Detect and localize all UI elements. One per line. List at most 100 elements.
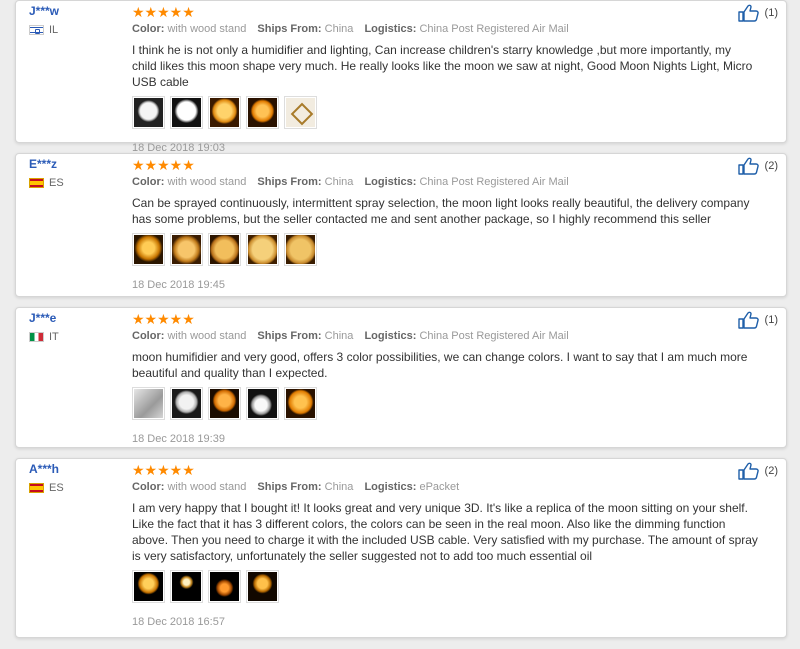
israel-flag-icon [29,25,44,35]
ships-from-value: China [324,330,354,342]
review-card: A***h ES ★★★★★ Color: with wood stand Sh… [15,458,787,638]
review-body: ★★★★★ Color: with wood stand Ships From:… [132,157,766,291]
review-photo[interactable] [246,96,279,129]
spain-flag-icon [29,178,44,188]
reviewer-info: E***z ES [29,157,64,189]
review-photo[interactable] [132,570,165,603]
spain-flag-icon [29,483,44,493]
reviewer-country: ES [29,482,64,494]
review-date: 18 Dec 2018 16:57 [132,616,225,628]
helpful-count: (1) [764,314,778,326]
reviewer-country: IL [29,24,59,36]
review-photos [132,233,766,266]
review-body: ★★★★★ Color: with wood stand Ships From:… [132,311,766,445]
thumbs-up-icon [737,157,759,175]
order-info: Color: with wood stand Ships From: China… [132,23,766,35]
helpful-count: (2) [764,160,778,172]
color-value: with wood stand [167,23,247,35]
review-photo[interactable] [132,387,165,420]
review-text: I think he is not only a humidifier and … [132,43,753,89]
ships-from-label: Ships From: [257,330,322,342]
review-photo[interactable] [170,96,203,129]
color-label: Color: [132,176,165,188]
review-text: moon humifidier and very good, offers 3 … [132,350,748,380]
ships-from-label: Ships From: [257,23,322,35]
country-code: IL [49,24,59,36]
review-body: ★★★★★ Color: with wood stand Ships From:… [132,4,766,154]
country-code: ES [49,482,64,494]
logistics-label: Logistics: [364,23,417,35]
reviewer-name[interactable]: J***w [29,4,59,18]
reviewer-country: IT [29,331,59,343]
thumbs-up-icon [737,311,759,329]
review-card: J***e IT ★★★★★ Color: with wood stand Sh… [15,307,787,448]
country-code: ES [49,177,64,189]
review-photo[interactable] [132,96,165,129]
review-photo[interactable] [284,387,317,420]
helpful-button[interactable]: (2) [737,462,778,480]
logistics-value: China Post Registered Air Mail [419,330,569,342]
star-rating: ★★★★★ [132,4,195,20]
review-date: 18 Dec 2018 19:39 [132,433,225,445]
ships-from-label: Ships From: [257,481,322,493]
reviewer-name[interactable]: E***z [29,157,64,171]
star-rating: ★★★★★ [132,311,195,327]
color-label: Color: [132,481,165,493]
reviewer-info: J***w IL [29,4,59,36]
review-photo[interactable] [208,570,241,603]
thumbs-up-icon [737,462,759,480]
ships-from-value: China [324,23,354,35]
review-photo[interactable] [170,570,203,603]
review-photo[interactable] [170,387,203,420]
order-info: Color: with wood stand Ships From: China… [132,176,766,188]
review-photos [132,96,766,129]
review-photo[interactable] [208,96,241,129]
review-text: I am very happy that I bought it! It loo… [132,501,758,563]
review-photo[interactable] [208,387,241,420]
review-photo[interactable] [284,233,317,266]
star-rating: ★★★★★ [132,157,195,173]
order-info: Color: with wood stand Ships From: China… [132,481,766,493]
reviewer-country: ES [29,177,64,189]
review-photo[interactable] [284,96,317,129]
reviewer-name[interactable]: J***e [29,311,59,325]
logistics-label: Logistics: [364,330,417,342]
star-rating: ★★★★★ [132,462,195,478]
helpful-count: (1) [764,7,778,19]
helpful-count: (2) [764,465,778,477]
review-card: E***z ES ★★★★★ Color: with wood stand Sh… [15,153,787,297]
order-info: Color: with wood stand Ships From: China… [132,330,766,342]
review-photo[interactable] [246,233,279,266]
ships-from-value: China [324,481,354,493]
review-photos [132,570,766,603]
logistics-label: Logistics: [364,176,417,188]
reviewer-info: A***h ES [29,462,64,494]
review-date: 18 Dec 2018 19:45 [132,279,225,291]
logistics-value: ePacket [419,481,460,493]
review-text: Can be sprayed continuously, intermitten… [132,196,750,226]
review-photo[interactable] [132,233,165,266]
logistics-label: Logistics: [364,481,417,493]
review-photo[interactable] [246,387,279,420]
color-label: Color: [132,23,165,35]
ships-from-value: China [324,176,354,188]
review-photo[interactable] [170,233,203,266]
color-value: with wood stand [167,330,247,342]
review-photo[interactable] [208,233,241,266]
ships-from-label: Ships From: [257,176,322,188]
helpful-button[interactable]: (2) [737,157,778,175]
country-code: IT [49,331,59,343]
review-body: ★★★★★ Color: with wood stand Ships From:… [132,462,766,628]
color-value: with wood stand [167,176,247,188]
reviewer-info: J***e IT [29,311,59,343]
color-label: Color: [132,330,165,342]
review-photo[interactable] [246,570,279,603]
thumbs-up-icon [737,4,759,22]
reviewer-name[interactable]: A***h [29,462,64,476]
color-value: with wood stand [167,481,247,493]
logistics-value: China Post Registered Air Mail [419,23,569,35]
italy-flag-icon [29,332,44,342]
helpful-button[interactable]: (1) [737,311,778,329]
helpful-button[interactable]: (1) [737,4,778,22]
review-card: J***w IL ★★★★★ Color: with wood stand Sh… [15,0,787,154]
